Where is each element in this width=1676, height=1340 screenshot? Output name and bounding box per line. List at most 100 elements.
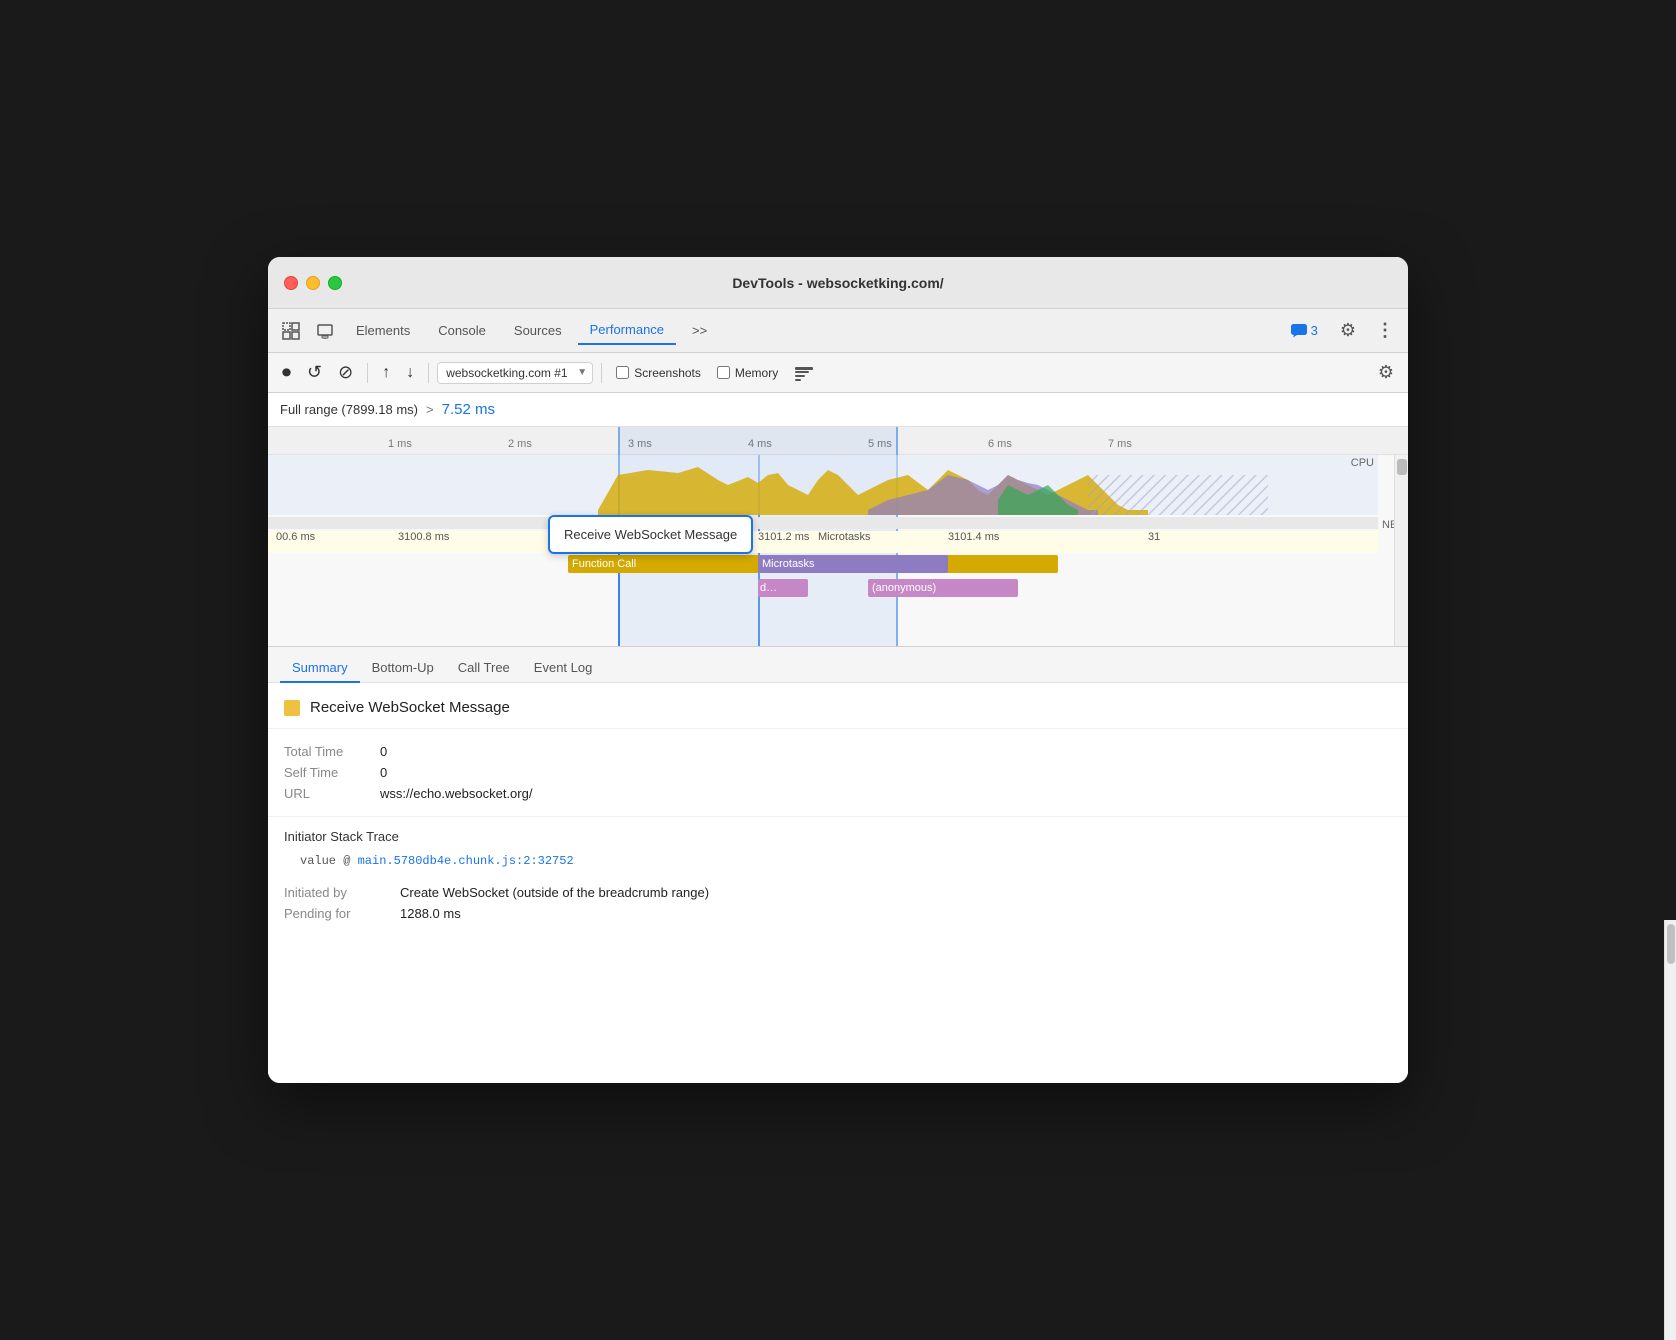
cpu-chart: [268, 455, 1378, 515]
cleanup-icon: [794, 364, 814, 382]
source-select[interactable]: websocketking.com #1: [437, 362, 593, 384]
memory-checkbox[interactable]: [717, 366, 730, 379]
device-toolbar-btn[interactable]: [310, 318, 340, 344]
summary-panel: Receive WebSocket Message Total Time 0 S…: [268, 683, 1408, 1083]
screenshots-checkbox-label[interactable]: Screenshots: [610, 366, 707, 380]
settings-btn[interactable]: ⚙: [1334, 316, 1362, 345]
pending-value: 1288.0 ms: [400, 906, 461, 921]
timeline-ruler: 1 ms 2 ms 3 ms 4 ms 5 ms 6 ms 7 ms: [268, 427, 1408, 455]
stack-trace-title: Initiator Stack Trace: [284, 829, 1392, 844]
messages-count: 3: [1311, 323, 1318, 338]
more-menu-btn[interactable]: ⋮: [1370, 316, 1400, 345]
flame-cell-anonymous[interactable]: (anonymous): [868, 579, 1018, 597]
event-name: Receive WebSocket Message: [310, 699, 510, 716]
summary-table: Total Time 0 Self Time 0 URL wss://echo.…: [268, 729, 1408, 817]
tab-event-log[interactable]: Event Log: [522, 654, 605, 683]
self-time-label: Self Time: [284, 765, 364, 780]
minimize-button[interactable]: [306, 276, 320, 290]
perf-settings-icon: ⚙: [1378, 362, 1394, 383]
maximize-button[interactable]: [328, 276, 342, 290]
toolbar-sep-3: [601, 363, 602, 383]
tick-1ms: 1 ms: [388, 438, 412, 450]
current-range-value: 7.52 ms: [442, 401, 495, 418]
traffic-lights: [284, 276, 342, 290]
url-label: URL: [284, 786, 364, 801]
flame-row-2[interactable]: d… (anonymous): [268, 579, 1378, 601]
nav-right: 3 ⚙ ⋮: [1283, 316, 1400, 345]
tab-console[interactable]: Console: [426, 317, 498, 344]
time-label-3100: 3100.8 ms: [398, 531, 449, 543]
message-icon: [1291, 324, 1307, 338]
clear-btn[interactable]: ⊘: [332, 358, 359, 387]
tab-summary[interactable]: Summary: [280, 654, 360, 683]
url-row: URL wss://echo.websocket.org/: [284, 783, 1392, 804]
time-label-31: 31: [1148, 531, 1160, 543]
more-icon: ⋮: [1376, 320, 1394, 341]
stack-trace-link[interactable]: main.5780db4e.chunk.js:2:32752: [358, 854, 574, 868]
perf-settings-btn[interactable]: ⚙: [1372, 358, 1400, 387]
cpu-label: CPU: [1351, 457, 1374, 469]
tab-sources[interactable]: Sources: [502, 317, 574, 344]
tab-call-tree[interactable]: Call Tree: [446, 654, 522, 683]
total-time-label: Total Time: [284, 744, 364, 759]
tick-3ms: 3 ms: [628, 438, 652, 450]
toolbar-sep-2: [428, 363, 429, 383]
inspector-icon: [282, 322, 300, 340]
total-time-value: 0: [380, 744, 387, 759]
screenshots-checkbox[interactable]: [616, 366, 629, 379]
download-btn[interactable]: ↓: [400, 360, 420, 386]
initiator-row: Initiated by Create WebSocket (outside o…: [284, 882, 1392, 903]
timeline-scrollbar[interactable]: [1394, 455, 1408, 647]
device-icon: [316, 322, 334, 340]
upload-btn[interactable]: ↑: [376, 360, 396, 386]
scrollbar-thumb[interactable]: [1397, 459, 1407, 475]
close-button[interactable]: [284, 276, 298, 290]
flame-cell-microtasks[interactable]: Microtasks: [758, 555, 948, 573]
inspector-icon-btn[interactable]: [276, 318, 306, 344]
flame-cell-d[interactable]: d…: [758, 579, 808, 597]
stack-trace-prefix: value @: [300, 854, 358, 868]
self-time-value: 0: [380, 765, 387, 780]
upload-icon: ↑: [382, 364, 390, 382]
tab-bottom-up[interactable]: Bottom-Up: [360, 654, 446, 683]
flame-row-1[interactable]: Function Call Microtasks: [268, 555, 1378, 577]
tooltip-popup: Receive WebSocket Message: [548, 515, 753, 554]
cleanup-btn[interactable]: [788, 360, 820, 386]
messages-badge-btn[interactable]: 3: [1283, 319, 1326, 342]
event-color-dot: [284, 700, 300, 716]
memory-label: Memory: [735, 366, 778, 380]
reload-icon: ↺: [307, 362, 322, 383]
record-icon: ⏺: [282, 362, 291, 383]
tick-6ms: 6 ms: [988, 438, 1012, 450]
clear-icon: ⊘: [338, 362, 353, 383]
url-value: wss://echo.websocket.org/: [380, 786, 532, 801]
self-time-row: Self Time 0: [284, 762, 1392, 783]
event-header: Receive WebSocket Message: [268, 683, 1408, 729]
tick-4ms: 4 ms: [748, 438, 772, 450]
time-labels-row: 00.6 ms 3100.8 ms 101.0 ms ction Call 31…: [268, 531, 1378, 553]
timeline-area[interactable]: 1 ms 2 ms 3 ms 4 ms 5 ms 6 ms 7 ms: [268, 427, 1408, 647]
tab-more[interactable]: >>: [680, 317, 719, 344]
record-btn[interactable]: ⏺: [276, 358, 297, 387]
reload-btn[interactable]: ↺: [301, 358, 328, 387]
tab-performance[interactable]: Performance: [578, 316, 676, 345]
titlebar: DevTools - websocketking.com/: [268, 257, 1408, 309]
tick-7ms: 7 ms: [1108, 438, 1132, 450]
source-select-wrap: websocketking.com #1 ▼: [437, 362, 593, 384]
pending-row: Pending for 1288.0 ms: [284, 903, 1392, 924]
tab-elements[interactable]: Elements: [344, 317, 422, 344]
total-time-row: Total Time 0: [284, 741, 1392, 762]
time-label-microtasks: Microtasks: [818, 531, 871, 543]
performance-toolbar: ⏺ ↺ ⊘ ↑ ↓ websocketking.com #1 ▼: [268, 353, 1408, 393]
window-title: DevTools - websocketking.com/: [732, 275, 943, 291]
settings-icon: ⚙: [1340, 320, 1356, 341]
range-bar: Full range (7899.18 ms) > 7.52 ms: [268, 393, 1408, 427]
toolbar-sep-1: [367, 363, 368, 383]
time-label-3101-4: 3101.4 ms: [948, 531, 999, 543]
time-label-3101-2: 3101.2 ms: [758, 531, 809, 543]
initiator-value: Create WebSocket (outside of the breadcr…: [400, 885, 709, 900]
time-label-006: 00.6 ms: [276, 531, 315, 543]
full-range-label: Full range (7899.18 ms): [280, 402, 418, 417]
devtools-window: DevTools - websocketking.com/ Elemen: [268, 257, 1408, 1083]
memory-checkbox-label[interactable]: Memory: [711, 366, 784, 380]
